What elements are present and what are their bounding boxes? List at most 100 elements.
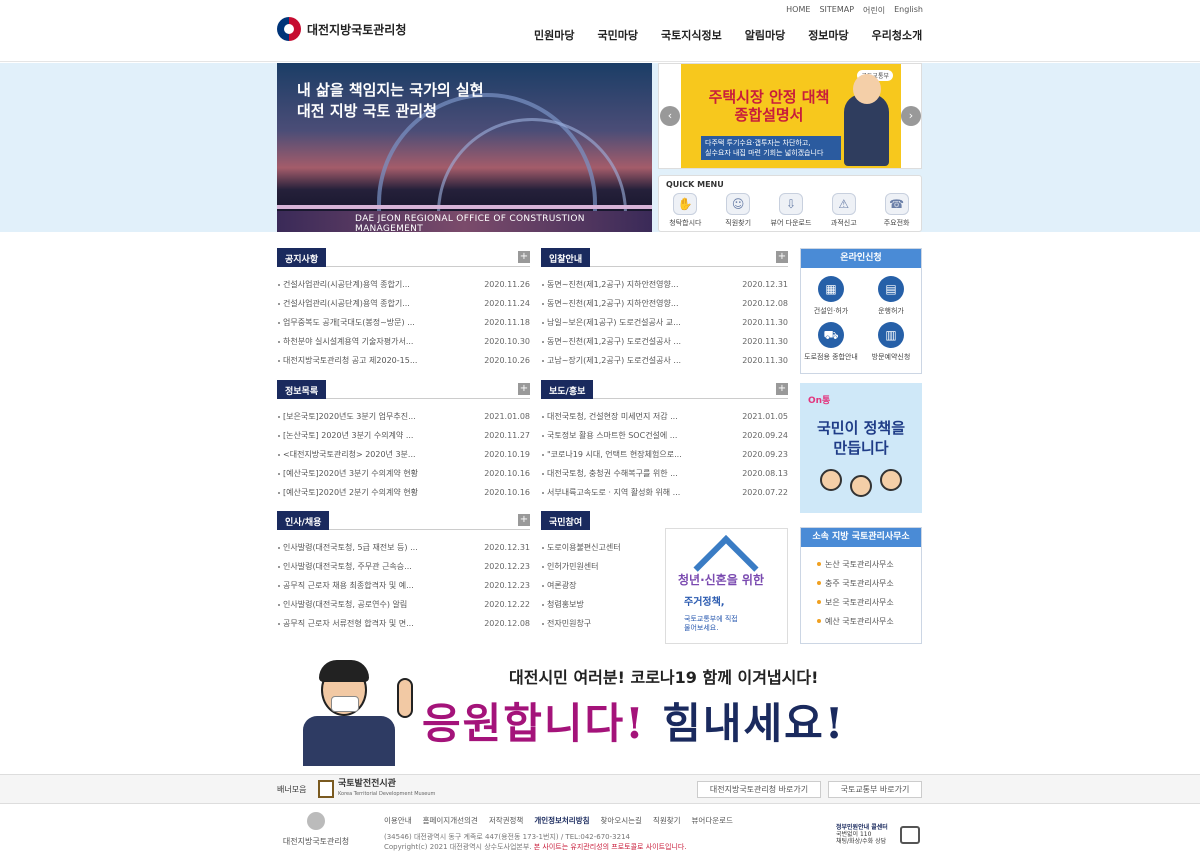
list-item[interactable]: [예산국토]2020년 2분기 수의계약 현황 2020.10.16 <box>277 483 530 502</box>
hero-caption: DAE JEON REGIONAL OFFICE OF CONSTRUSTION… <box>355 214 585 232</box>
daejeon-office-link[interactable]: 대전지방국토관리청 바로가기 <box>697 781 821 798</box>
english-link[interactable]: English <box>894 5 923 16</box>
list-item[interactable]: 건설사업관리(시공단계)용역 종합기... 2020.11.24 <box>277 294 530 313</box>
board-title[interactable]: 정보목록 <box>277 380 327 399</box>
nav-civil-service[interactable]: 민원마당 <box>534 27 574 43</box>
nav-news[interactable]: 알림마당 <box>745 27 785 43</box>
policy-sub-line2: 실수요자 내집 마련 기회는 넓히겠습니다 <box>705 149 824 157</box>
sitemap-link[interactable]: SITEMAP <box>819 5 854 16</box>
site-logo[interactable]: 대전지방국토관리청 <box>277 17 406 41</box>
more-button[interactable]: + <box>518 251 530 263</box>
footer-link-directions[interactable]: 찾아오시는길 <box>601 815 642 826</box>
museum-name-english: Korea Territorial Development Museum <box>338 791 436 797</box>
list-item[interactable]: 서부내륙고속도로 · 지역 활성화 위해 ... 2020.07.22 <box>541 483 788 502</box>
board-title[interactable]: 보도/홍보 <box>541 380 594 399</box>
kids-link[interactable]: 어린이 <box>863 5 885 16</box>
list-item[interactable]: 청렴홍보방 <box>541 595 659 614</box>
more-button[interactable]: + <box>776 251 788 263</box>
slide-next-button[interactable]: › <box>901 106 921 126</box>
online-visit-reservation[interactable]: ▥ 방문예약신청 <box>861 322 921 362</box>
list-item[interactable]: 전자민원창구 <box>541 614 659 633</box>
quick-item-anti-corruption[interactable]: ✋ 청탁합시다 <box>660 193 710 228</box>
molit-link[interactable]: 국토교통부 바로가기 <box>828 781 922 798</box>
footer-link-guide[interactable]: 이용안내 <box>384 815 412 826</box>
list-item[interactable]: 동면~진천(제1,2공구) 지하안전영향... 2020.12.08 <box>541 294 788 313</box>
list-item[interactable]: 국토정보 활용 스마트한 SOC건설에 ... 2020.09.24 <box>541 426 788 445</box>
list-item-title: [논산국토] 2020년 3분기 수의계약 ... <box>283 431 414 440</box>
online-driving-permit[interactable]: ▤ 운행허가 <box>861 276 921 316</box>
office-link[interactable]: 충주 국토관리사무소 <box>817 574 921 593</box>
board-title[interactable]: 공지사항 <box>277 248 327 267</box>
truck-icon: ⚠ <box>831 193 856 215</box>
nav-public[interactable]: 국민마당 <box>597 27 637 43</box>
museum-banner[interactable]: 국토발전전시관 Korea Territorial Development Mus… <box>318 779 435 799</box>
board-title[interactable]: 인사/채용 <box>277 511 330 530</box>
footer-link-staff[interactable]: 직원찾기 <box>653 815 681 826</box>
list-item[interactable]: 하천분야 실시설계용역 기술자평가서... 2020.10.30 <box>277 332 530 351</box>
online-item-label: 도로점용 종합안내 <box>804 353 858 361</box>
online-item-label: 건설인·허가 <box>813 307 849 315</box>
list-item[interactable]: 대전국토청, 건설현장 미세먼지 저감 ... 2021.01.05 <box>541 407 788 426</box>
quick-item-phone[interactable]: ☎ 주요전화 <box>872 193 922 228</box>
list-item[interactable]: "코로나19 시대, 언택트 현장체험으로... 2020.09.23 <box>541 445 788 464</box>
list-item-date: 2020.12.23 <box>484 581 530 590</box>
on-tong-banner[interactable]: On통 국민이 정책을 만듭니다 <box>800 383 922 513</box>
home-link[interactable]: HOME <box>786 5 810 16</box>
list-item[interactable]: 도로이용불편신고센터 <box>541 538 659 557</box>
list-item[interactable]: 건설사업관리(시공단계)용역 종합기... 2020.11.26 <box>277 275 530 294</box>
list-item[interactable]: 고남~장기(제1,2공구) 도로건설공사 ... 2020.11.30 <box>541 351 788 370</box>
quick-item-overload-report[interactable]: ⚠ 과적신고 <box>819 193 869 228</box>
policy-banner[interactable]: 국토교통부 주택시장 안정 대책 종합설명서 다주택 투기수요·갭투자는 차단하… <box>658 63 922 169</box>
person-icon <box>820 469 842 491</box>
board-title[interactable]: 국민참여 <box>541 511 591 530</box>
nav-information[interactable]: 정보마당 <box>808 27 848 43</box>
footer-link-feedback[interactable]: 홈페이지개선의견 <box>423 815 478 826</box>
list-item[interactable]: 남일~보은(제1공구) 도로건설공사 교... 2020.11.30 <box>541 313 788 332</box>
housing-policy-banner[interactable]: 청년·신혼을 위한 주거정책, 국토교통부에 직접 물어보세요. <box>665 528 788 644</box>
quick-item-staff-search[interactable]: ☺ 직원찾기 <box>713 193 763 228</box>
list-item[interactable]: 인사발령(대전국토청, 공로연수) 알림 2020.12.22 <box>277 595 530 614</box>
list-item-date: 2020.11.18 <box>484 318 530 327</box>
slide-prev-button[interactable]: ‹ <box>660 106 680 126</box>
list-item[interactable]: 동면~진천(제1,2공구) 지하안전영향... 2020.12.31 <box>541 275 788 294</box>
footer-link-viewer[interactable]: 뷰어다운로드 <box>692 815 733 826</box>
online-road-occupancy[interactable]: ⛟ 도로점용 종합안내 <box>801 322 861 362</box>
list-item[interactable]: 공무직 근로자 서류전형 합격자 및 면... 2020.12.08 <box>277 614 530 633</box>
list-item[interactable]: 여론광장 <box>541 576 659 595</box>
list-item[interactable]: 인사발령(대전국토청, 주무관 근속승... 2020.12.23 <box>277 557 530 576</box>
hero-title-line1: 내 삶을 책임지는 국가의 실현 <box>297 81 484 99</box>
list-item[interactable]: 대전국토청, 충청권 수해복구를 위한 ... 2020.08.13 <box>541 464 788 483</box>
board-title[interactable]: 입찰안내 <box>541 248 591 267</box>
covid-slogan: 응원합니다! 힘내세요! <box>422 690 845 751</box>
office-link[interactable]: 예산 국토관리사무소 <box>817 612 921 631</box>
list-item-date: 2020.10.16 <box>484 469 530 478</box>
footer-link-privacy[interactable]: 개인정보처리방침 <box>534 815 589 826</box>
list-item[interactable]: 업무중복도 공개[국대도(봉정~방문) ... 2020.11.18 <box>277 313 530 332</box>
list-item-date: 2020.11.26 <box>484 280 530 289</box>
list-item[interactable]: <대전지방국토관리청> 2020년 3분... 2020.10.19 <box>277 445 530 464</box>
list-item[interactable]: 대전지방국토관리청 공고 제2020-15... 2020.10.26 <box>277 351 530 370</box>
list-item[interactable]: 인허가민원센터 <box>541 557 659 576</box>
list-item[interactable]: 공무직 근로자 채용 최종합격자 및 예... 2020.12.23 <box>277 576 530 595</box>
list-item-date: 2020.10.26 <box>484 356 530 365</box>
more-button[interactable]: + <box>518 383 530 395</box>
list-item[interactable]: 동면~진천(제1,2공구) 도로건설공사 ... 2020.11.30 <box>541 332 788 351</box>
office-link[interactable]: 보은 국토관리사무소 <box>817 593 921 612</box>
call-center-badge[interactable]: 정부민원안내 콜센터 국번없이 110 채팅/화상/수화 상담 <box>836 822 920 850</box>
regional-offices-title: 소속 지방 국토관리사무소 <box>801 528 921 547</box>
list-item[interactable]: 인사발령(대전국토청, 5급 재전보 등) ... 2020.12.31 <box>277 538 530 557</box>
nav-about[interactable]: 우리청소개 <box>872 27 923 43</box>
more-button[interactable]: + <box>518 514 530 526</box>
office-link[interactable]: 논산 국토관리사무소 <box>817 555 921 574</box>
nav-land-info[interactable]: 국토지식정보 <box>661 27 722 43</box>
list-item[interactable]: [예산국토]2020년 3분기 수의계약 현황 2020.10.16 <box>277 464 530 483</box>
main-navigation: 민원마당 국민마당 국토지식정보 알림마당 정보마당 우리청소개 <box>534 27 922 43</box>
museum-logo-icon <box>318 780 334 798</box>
list-item-title: 전자민원창구 <box>547 619 592 628</box>
more-button[interactable]: + <box>776 383 788 395</box>
footer-link-copyright[interactable]: 저작권정책 <box>489 815 524 826</box>
list-item[interactable]: [보은국토]2020년도 3분기 업무추진... 2021.01.08 <box>277 407 530 426</box>
list-item[interactable]: [논산국토] 2020년 3분기 수의계약 ... 2020.11.27 <box>277 426 530 445</box>
online-building-permit[interactable]: ▦ 건설인·허가 <box>801 276 861 316</box>
quick-item-viewer-download[interactable]: ⇩ 뷰어 다운로드 <box>766 193 816 228</box>
